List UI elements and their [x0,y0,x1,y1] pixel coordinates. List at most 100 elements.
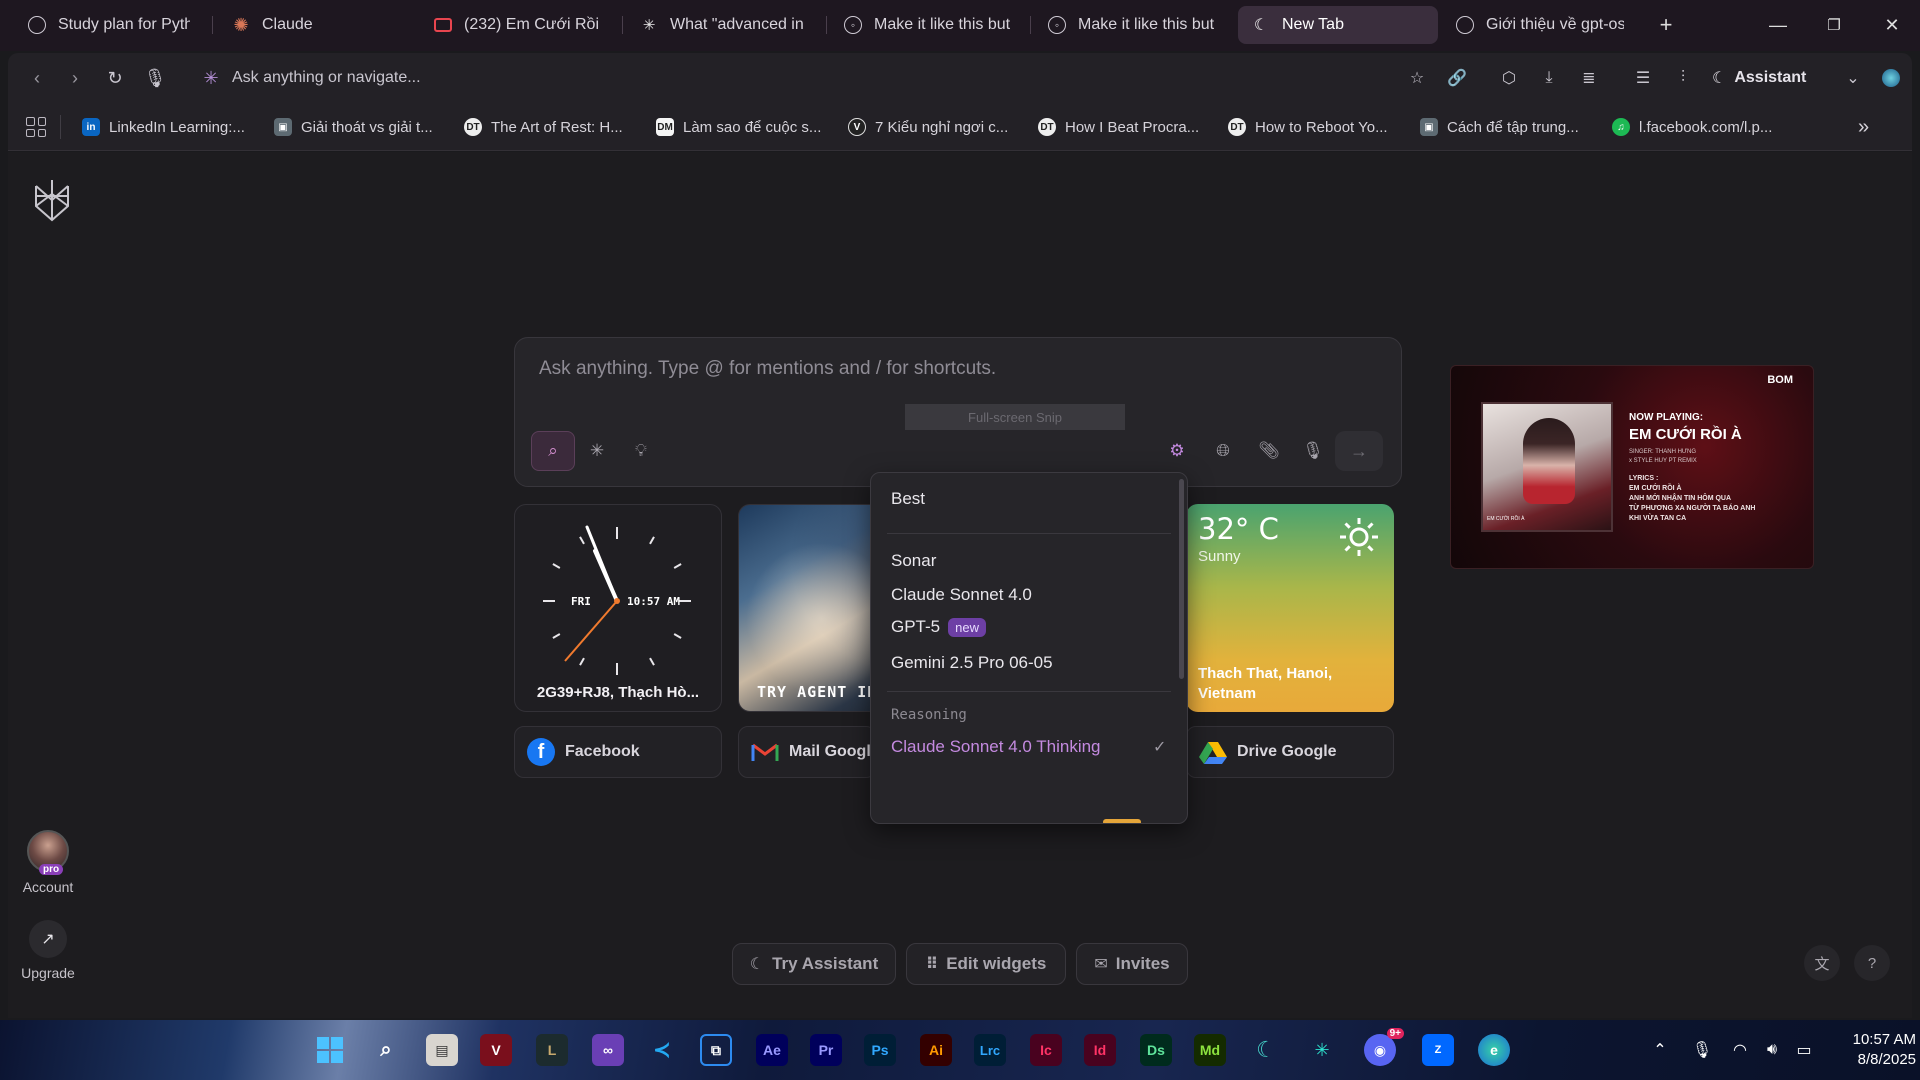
incopy-icon[interactable]: Ic [1030,1034,1062,1066]
bookmark-7-kieu[interactable]: V 7 Kiểu nghỉ ngơi c... [848,115,1008,139]
bookmark-lam-sao[interactable]: DM Làm sao để cuộc s... [656,115,821,139]
tab-make-it-2[interactable]: ◦ Make it like this but u [1034,6,1230,44]
forward-icon[interactable]: › [60,63,90,93]
vscode-icon[interactable]: ≺ [646,1034,678,1066]
apps-grid-icon[interactable] [26,117,46,137]
help-icon[interactable]: ? [1854,945,1890,981]
lightroom-icon[interactable]: Lrc [974,1034,1006,1066]
account-button[interactable]: pro Account [16,830,80,895]
shortcut-gmail[interactable]: Mail Google [738,726,876,778]
edit-widgets-button[interactable]: ⠿ Edit widgets [906,943,1066,985]
remote-desktop-icon[interactable]: ⧉ [700,1034,732,1066]
tab-study-plan[interactable]: Study plan for Python [14,6,204,44]
after-effects-icon[interactable]: Ae [756,1034,788,1066]
translate-icon[interactable]: 文 [1804,945,1840,981]
md-app-icon[interactable]: Md [1194,1034,1226,1066]
audio-wave-icon[interactable]: ⫶ [1668,63,1698,93]
now-playing-widget[interactable]: BOM EM CƯỚI RỒI À NOW PLAYING: EM CƯỚI R… [1450,365,1814,569]
download-icon[interactable]: ⤓ [1534,63,1564,93]
reload-icon[interactable]: ↻ [100,63,130,93]
tab-perplexity[interactable]: ✳ What "advanced in 1 [626,6,822,44]
minimize-icon[interactable]: — [1758,8,1798,42]
bookmark-reboot[interactable]: DT How to Reboot Yo... [1228,115,1388,139]
battery-icon[interactable]: ▭ [1792,1038,1816,1062]
try-assistant-button[interactable]: ☾ Try Assistant [732,943,896,985]
globe-icon[interactable]: 🌐︎ [1201,431,1245,471]
weather-widget[interactable]: 32° C Sunny Thach That, Hanoi, Vietnam [1186,504,1394,712]
bookmark-linkedin[interactable]: in LinkedIn Learning:... [82,115,245,139]
remix-label: x STYLE HUY PT REMIX [1629,458,1697,464]
bookmark-tap-trung[interactable]: ▣ Cách để tập trung... [1420,115,1579,139]
dropdown-scrollbar[interactable] [1179,479,1184,679]
search-icon[interactable]: ⌕ [370,1034,402,1066]
vivaldi-icon[interactable]: V [480,1034,512,1066]
upgrade-button[interactable]: ↗ Upgrade [16,920,80,981]
model-chip-icon[interactable]: ⚙ [1155,431,1199,471]
model-option-sonar[interactable]: Sonar [891,551,936,571]
chevron-down-icon[interactable]: ⌄ [1838,63,1868,93]
wifi-icon[interactable]: ◠ [1728,1038,1752,1062]
new-badge: new [948,617,986,637]
visual-studio-icon[interactable]: ∞ [592,1034,624,1066]
file-app-icon[interactable]: ▤ [426,1034,458,1066]
linkedin-icon: in [82,118,100,136]
comet-icon[interactable]: ☾ [1250,1034,1282,1066]
tab-gpt-oss[interactable]: Giới thiệu về gpt-oss [1442,6,1638,44]
premiere-icon[interactable]: Pr [810,1034,842,1066]
extensions-icon[interactable]: ⬡ [1494,63,1524,93]
new-tab-button[interactable]: + [1646,8,1686,42]
research-mode-button[interactable]: ✳ [575,431,619,471]
more-bookmarks-icon[interactable]: » [1858,115,1869,139]
illustrator-icon[interactable]: Ai [920,1034,952,1066]
close-icon[interactable]: ✕ [1872,8,1912,42]
upgrade-label: Upgrade [21,965,75,981]
discord-icon[interactable]: ◉ 9+ [1364,1028,1404,1066]
link-icon[interactable]: 🔗 [1442,63,1472,93]
playlist-icon[interactable]: ≣ [1574,63,1604,93]
model-option-claude-sonnet[interactable]: Claude Sonnet 4.0 [891,585,1032,605]
volume-icon[interactable]: 🔊︎ [1760,1038,1784,1062]
bookmark-procrastination[interactable]: DT How I Beat Procra... [1038,115,1199,139]
zalo-icon[interactable]: Z [1422,1034,1454,1066]
tab-claude[interactable]: ✺ Claude [218,6,418,44]
restore-icon[interactable]: ❐ [1814,8,1854,42]
labs-mode-button[interactable]: 💡︎ [619,431,663,471]
shortcut-facebook[interactable]: f Facebook [514,726,722,778]
bookmark-facebook-link[interactable]: ♫ l.facebook.com/l.p... [1612,115,1772,139]
microphone-icon[interactable]: 🎙︎ [1690,1038,1714,1062]
omnibox[interactable]: ✳ Ask anything or navigate... [200,65,420,91]
model-option-gpt5[interactable]: GPT-5 new [891,617,986,637]
perplexity-icon[interactable]: ✳ [1306,1034,1338,1066]
shortcut-drive[interactable]: Drive Google [1186,726,1394,778]
tab-make-it-1[interactable]: ◦ Make it like this but u [830,6,1026,44]
star-icon[interactable]: ☆ [1402,63,1432,93]
dimension-icon[interactable]: Ds [1140,1034,1172,1066]
windows-start-icon[interactable] [314,1034,346,1066]
menu-lines-icon[interactable]: ☰ [1628,63,1658,93]
model-option-best[interactable]: Best [891,489,925,509]
photoshop-icon[interactable]: Ps [864,1034,896,1066]
clock-widget[interactable]: FRI 10:57 AM 2G39+RJ8, Thạch Hò... [514,504,722,712]
search-box[interactable]: Ask anything. Type @ for mentions and / … [514,337,1402,487]
tab-new-tab[interactable]: ☾ New Tab [1238,6,1438,44]
indesign-icon[interactable]: Id [1084,1034,1116,1066]
tab-youtube[interactable]: (232) Em Cưới Rồi À ( [420,6,616,44]
model-option-gemini[interactable]: Gemini 2.5 Pro 06-05 [891,653,1053,673]
profile-icon[interactable] [1876,63,1906,93]
system-clock[interactable]: 10:57 AM 8/8/2025 [1826,1030,1916,1070]
league-icon[interactable]: L [536,1034,568,1066]
search-mode-button[interactable]: ⌕ [531,431,575,471]
attach-icon[interactable]: 📎︎ [1247,431,1291,471]
dt-site-icon: DT [464,118,482,136]
back-icon[interactable]: ‹ [22,63,52,93]
bookmark-giai-thoat[interactable]: ▣ Giải thoát vs giải t... [274,115,433,139]
send-button[interactable]: → [1335,431,1383,471]
chevron-up-icon[interactable]: ⌃ [1648,1038,1672,1062]
bookmark-art-of-rest[interactable]: DT The Art of Rest: H... [464,115,623,139]
invites-button[interactable]: ✉ Invites [1076,943,1188,985]
model-option-claude-thinking[interactable]: Claude Sonnet 4.0 Thinking [891,737,1101,757]
assistant-button[interactable]: ☾ Assistant [1712,63,1806,93]
microphone-icon[interactable]: 🎙︎ [1291,431,1335,471]
microphone-icon[interactable]: 🎙 [140,63,170,93]
edge-icon[interactable]: e [1478,1034,1510,1066]
